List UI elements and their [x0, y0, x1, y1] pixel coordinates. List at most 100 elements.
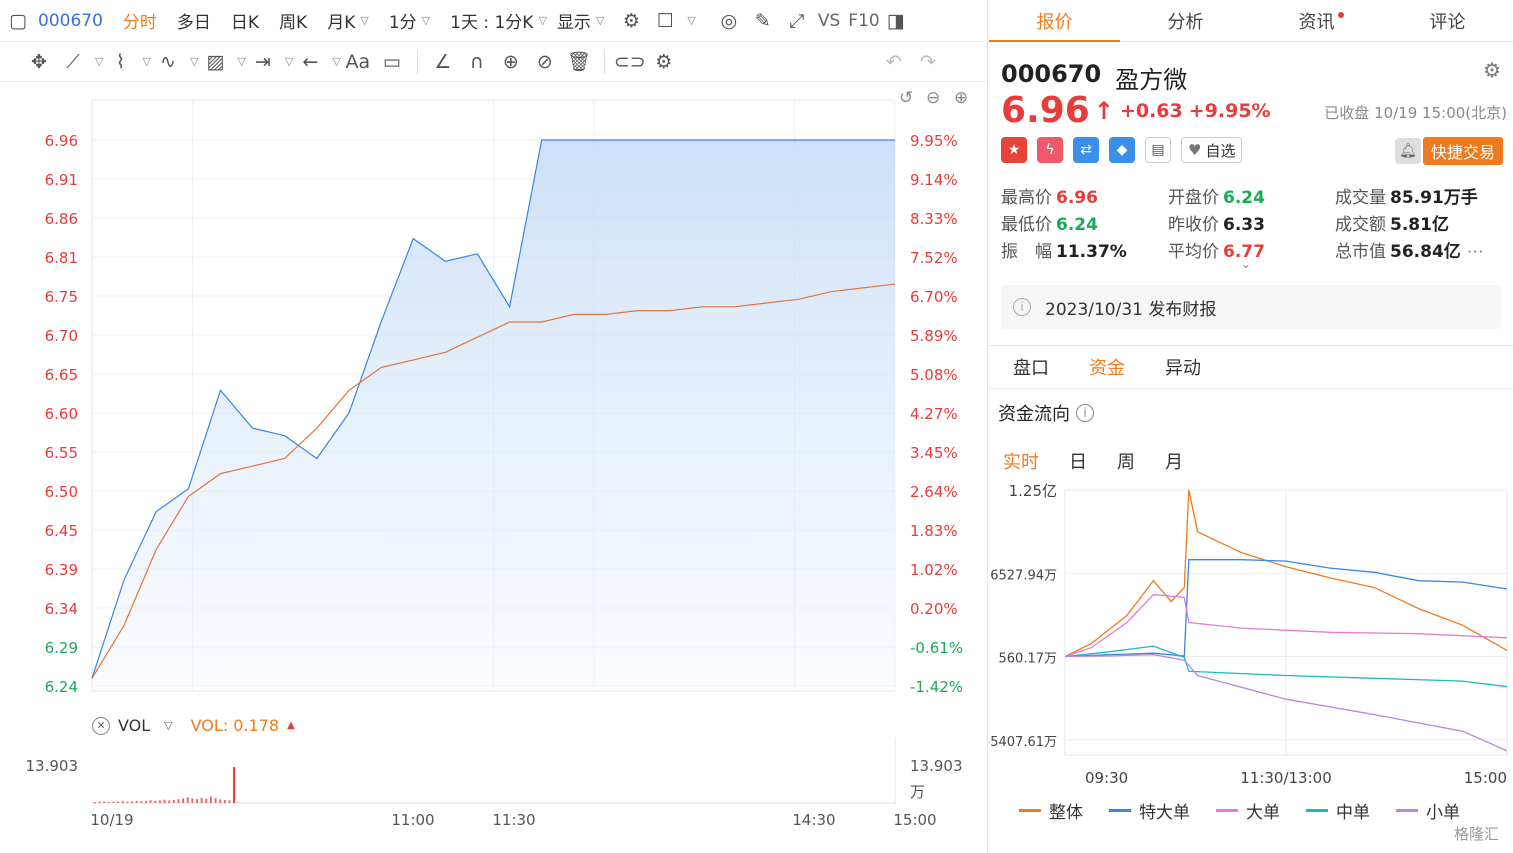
- stat-label: 最高价: [1001, 188, 1052, 208]
- add-watchlist-button[interactable]: ♥ 自选: [1181, 137, 1243, 163]
- chevron-down-icon[interactable]: ▽: [687, 14, 695, 27]
- measure-tool-icon[interactable]: ⇥: [246, 45, 280, 79]
- tab-orderbook[interactable]: 盘口: [1013, 354, 1049, 380]
- eraser-icon[interactable]: ∠: [426, 45, 460, 79]
- legend-item[interactable]: 特大单: [1109, 798, 1190, 823]
- y-left-tick: 6.55: [45, 444, 78, 462]
- vol-header: ✕ VOL ▽ VOL: 0.178 ▲: [92, 716, 295, 735]
- vol-bar: [219, 799, 222, 803]
- flow-x-tick: 15:00: [1464, 769, 1507, 787]
- wave-tool-icon[interactable]: ∿: [151, 45, 185, 79]
- y-left-tick: 6.45: [45, 522, 78, 540]
- interval-select[interactable]: 1分 ▽: [379, 0, 440, 41]
- y-right-tick: 6.70%: [910, 288, 958, 306]
- camera-icon[interactable]: ◎: [712, 4, 746, 38]
- tab-capital[interactable]: 资金: [1089, 354, 1125, 380]
- vol-bar: [186, 797, 189, 803]
- undo-icon[interactable]: ↶: [877, 45, 911, 79]
- shuffle-icon[interactable]: ⇄: [1073, 137, 1099, 163]
- sidebar-toggle-icon[interactable]: ▢: [6, 4, 30, 38]
- period-week[interactable]: 周: [1117, 448, 1135, 474]
- period-realtime[interactable]: 实时: [1003, 448, 1039, 474]
- y-left-tick: 6.39: [45, 561, 78, 579]
- panel-toggle-icon[interactable]: ◨: [884, 4, 908, 38]
- news-banner[interactable]: i 2023/10/31 发布财报: [1001, 285, 1501, 329]
- tab-daily-k[interactable]: 日K: [221, 0, 269, 41]
- zoom-in-icon[interactable]: ⊕: [954, 88, 968, 108]
- flow-title: 资金流向 i: [998, 400, 1094, 426]
- display-select[interactable]: 显示 ▽: [557, 0, 614, 41]
- divider: [603, 49, 605, 74]
- fib-tool-icon[interactable]: ▨: [198, 45, 232, 79]
- bell-icon[interactable]: 🔔︎: [1395, 138, 1421, 164]
- vol-bar: [135, 800, 138, 803]
- period-month[interactable]: 月: [1165, 448, 1183, 474]
- fullscreen-icon[interactable]: ⤢: [780, 4, 814, 38]
- expand-chevron-icon[interactable]: ⌄: [1241, 257, 1251, 271]
- trash-icon[interactable]: 🗑︎: [562, 45, 596, 79]
- line-tool-icon[interactable]: ⟋: [56, 45, 90, 79]
- note-tool-icon[interactable]: ▭: [375, 45, 409, 79]
- y-right-tick: -1.42%: [910, 678, 963, 696]
- lock-icon[interactable]: ⊕: [494, 45, 528, 79]
- tab-multiday[interactable]: 多日: [167, 0, 221, 41]
- arrow-tool-icon[interactable]: ←: [293, 45, 327, 79]
- vol-bar: [94, 801, 96, 803]
- tab-analysis[interactable]: 分析: [1120, 0, 1251, 41]
- legend-item[interactable]: 大单: [1216, 798, 1280, 823]
- chart-svg[interactable]: 6.96 9.95% 6.91 9.14% 6.86 8.33% 6.81 7.52% 6.75…: [0, 82, 988, 853]
- checkbox-icon[interactable]: ☐: [648, 4, 682, 38]
- more-icon[interactable]: ⋯: [1467, 242, 1484, 262]
- polyline-tool-icon[interactable]: ⌇: [103, 45, 137, 79]
- reset-zoom-icon[interactable]: ↺: [899, 88, 913, 108]
- document-icon[interactable]: ▤: [1145, 137, 1171, 163]
- quick-trade-button[interactable]: 快捷交易: [1422, 137, 1503, 165]
- legend-item[interactable]: 中单: [1306, 798, 1370, 823]
- chevron-down-icon[interactable]: ▽: [142, 55, 150, 68]
- chevron-down-icon[interactable]: ▽: [190, 55, 198, 68]
- redo-icon[interactable]: ↷: [911, 45, 945, 79]
- price-row: 6.96 ↑ +0.63 +9.95%: [1001, 90, 1271, 131]
- chevron-down-icon[interactable]: ▽: [285, 55, 293, 68]
- vs-button[interactable]: VS: [814, 0, 844, 41]
- info-icon[interactable]: i: [1076, 404, 1094, 422]
- magnet-icon[interactable]: ∩: [460, 45, 494, 79]
- chevron-down-icon[interactable]: ▽: [332, 55, 340, 68]
- caret-up-icon: ▲: [287, 720, 295, 731]
- stat-value: 6.24: [1223, 188, 1265, 208]
- pencil-icon[interactable]: ✎: [746, 4, 780, 38]
- tag-icon[interactable]: ◆: [1109, 137, 1135, 163]
- vol-bar: [196, 799, 198, 803]
- chevron-down-icon[interactable]: ▽: [237, 55, 245, 68]
- chevron-down-icon: ▽: [538, 14, 547, 27]
- lightning-icon[interactable]: ϟ: [1037, 137, 1063, 163]
- tab-movement[interactable]: 异动: [1165, 354, 1201, 380]
- chevron-down-icon[interactable]: ▽: [95, 55, 103, 68]
- legend-item[interactable]: 整体: [1019, 798, 1083, 823]
- compare-icon[interactable]: ⊂⊃: [613, 45, 647, 79]
- settings-icon[interactable]: ⚙: [1483, 58, 1501, 82]
- close-icon[interactable]: ✕: [92, 716, 110, 735]
- stat-value: 85.91万手: [1390, 188, 1478, 208]
- text-tool-icon[interactable]: Aa: [341, 45, 375, 79]
- y-left-tick: 6.86: [45, 210, 78, 228]
- f10-button[interactable]: F10: [844, 0, 883, 41]
- stock-code[interactable]: 000670: [30, 0, 113, 41]
- legend-item[interactable]: 小单: [1396, 798, 1460, 823]
- period-day[interactable]: 日: [1069, 448, 1087, 474]
- settings-icon[interactable]: ⚙: [647, 45, 681, 79]
- tab-comments[interactable]: 评论: [1382, 0, 1513, 41]
- range-select[interactable]: 1天 : 1分K ▽: [440, 0, 557, 41]
- tab-intraday[interactable]: 分时: [113, 0, 167, 41]
- move-icon[interactable]: ✥: [22, 45, 56, 79]
- tab-weekly-k[interactable]: 周K: [269, 0, 317, 41]
- hide-icon[interactable]: ⊘: [528, 45, 562, 79]
- chevron-down-icon[interactable]: ▽: [164, 719, 172, 732]
- zoom-out-icon[interactable]: ⊖: [926, 88, 940, 108]
- china-flag-icon: ★: [1001, 137, 1027, 163]
- arrow-up-icon: ↑: [1093, 96, 1114, 125]
- tab-monthly-k[interactable]: 月K ▽: [317, 0, 379, 41]
- tab-quote[interactable]: 报价: [989, 0, 1120, 42]
- settings-icon[interactable]: ⚙: [614, 4, 648, 38]
- tab-news[interactable]: 资讯: [1251, 0, 1382, 41]
